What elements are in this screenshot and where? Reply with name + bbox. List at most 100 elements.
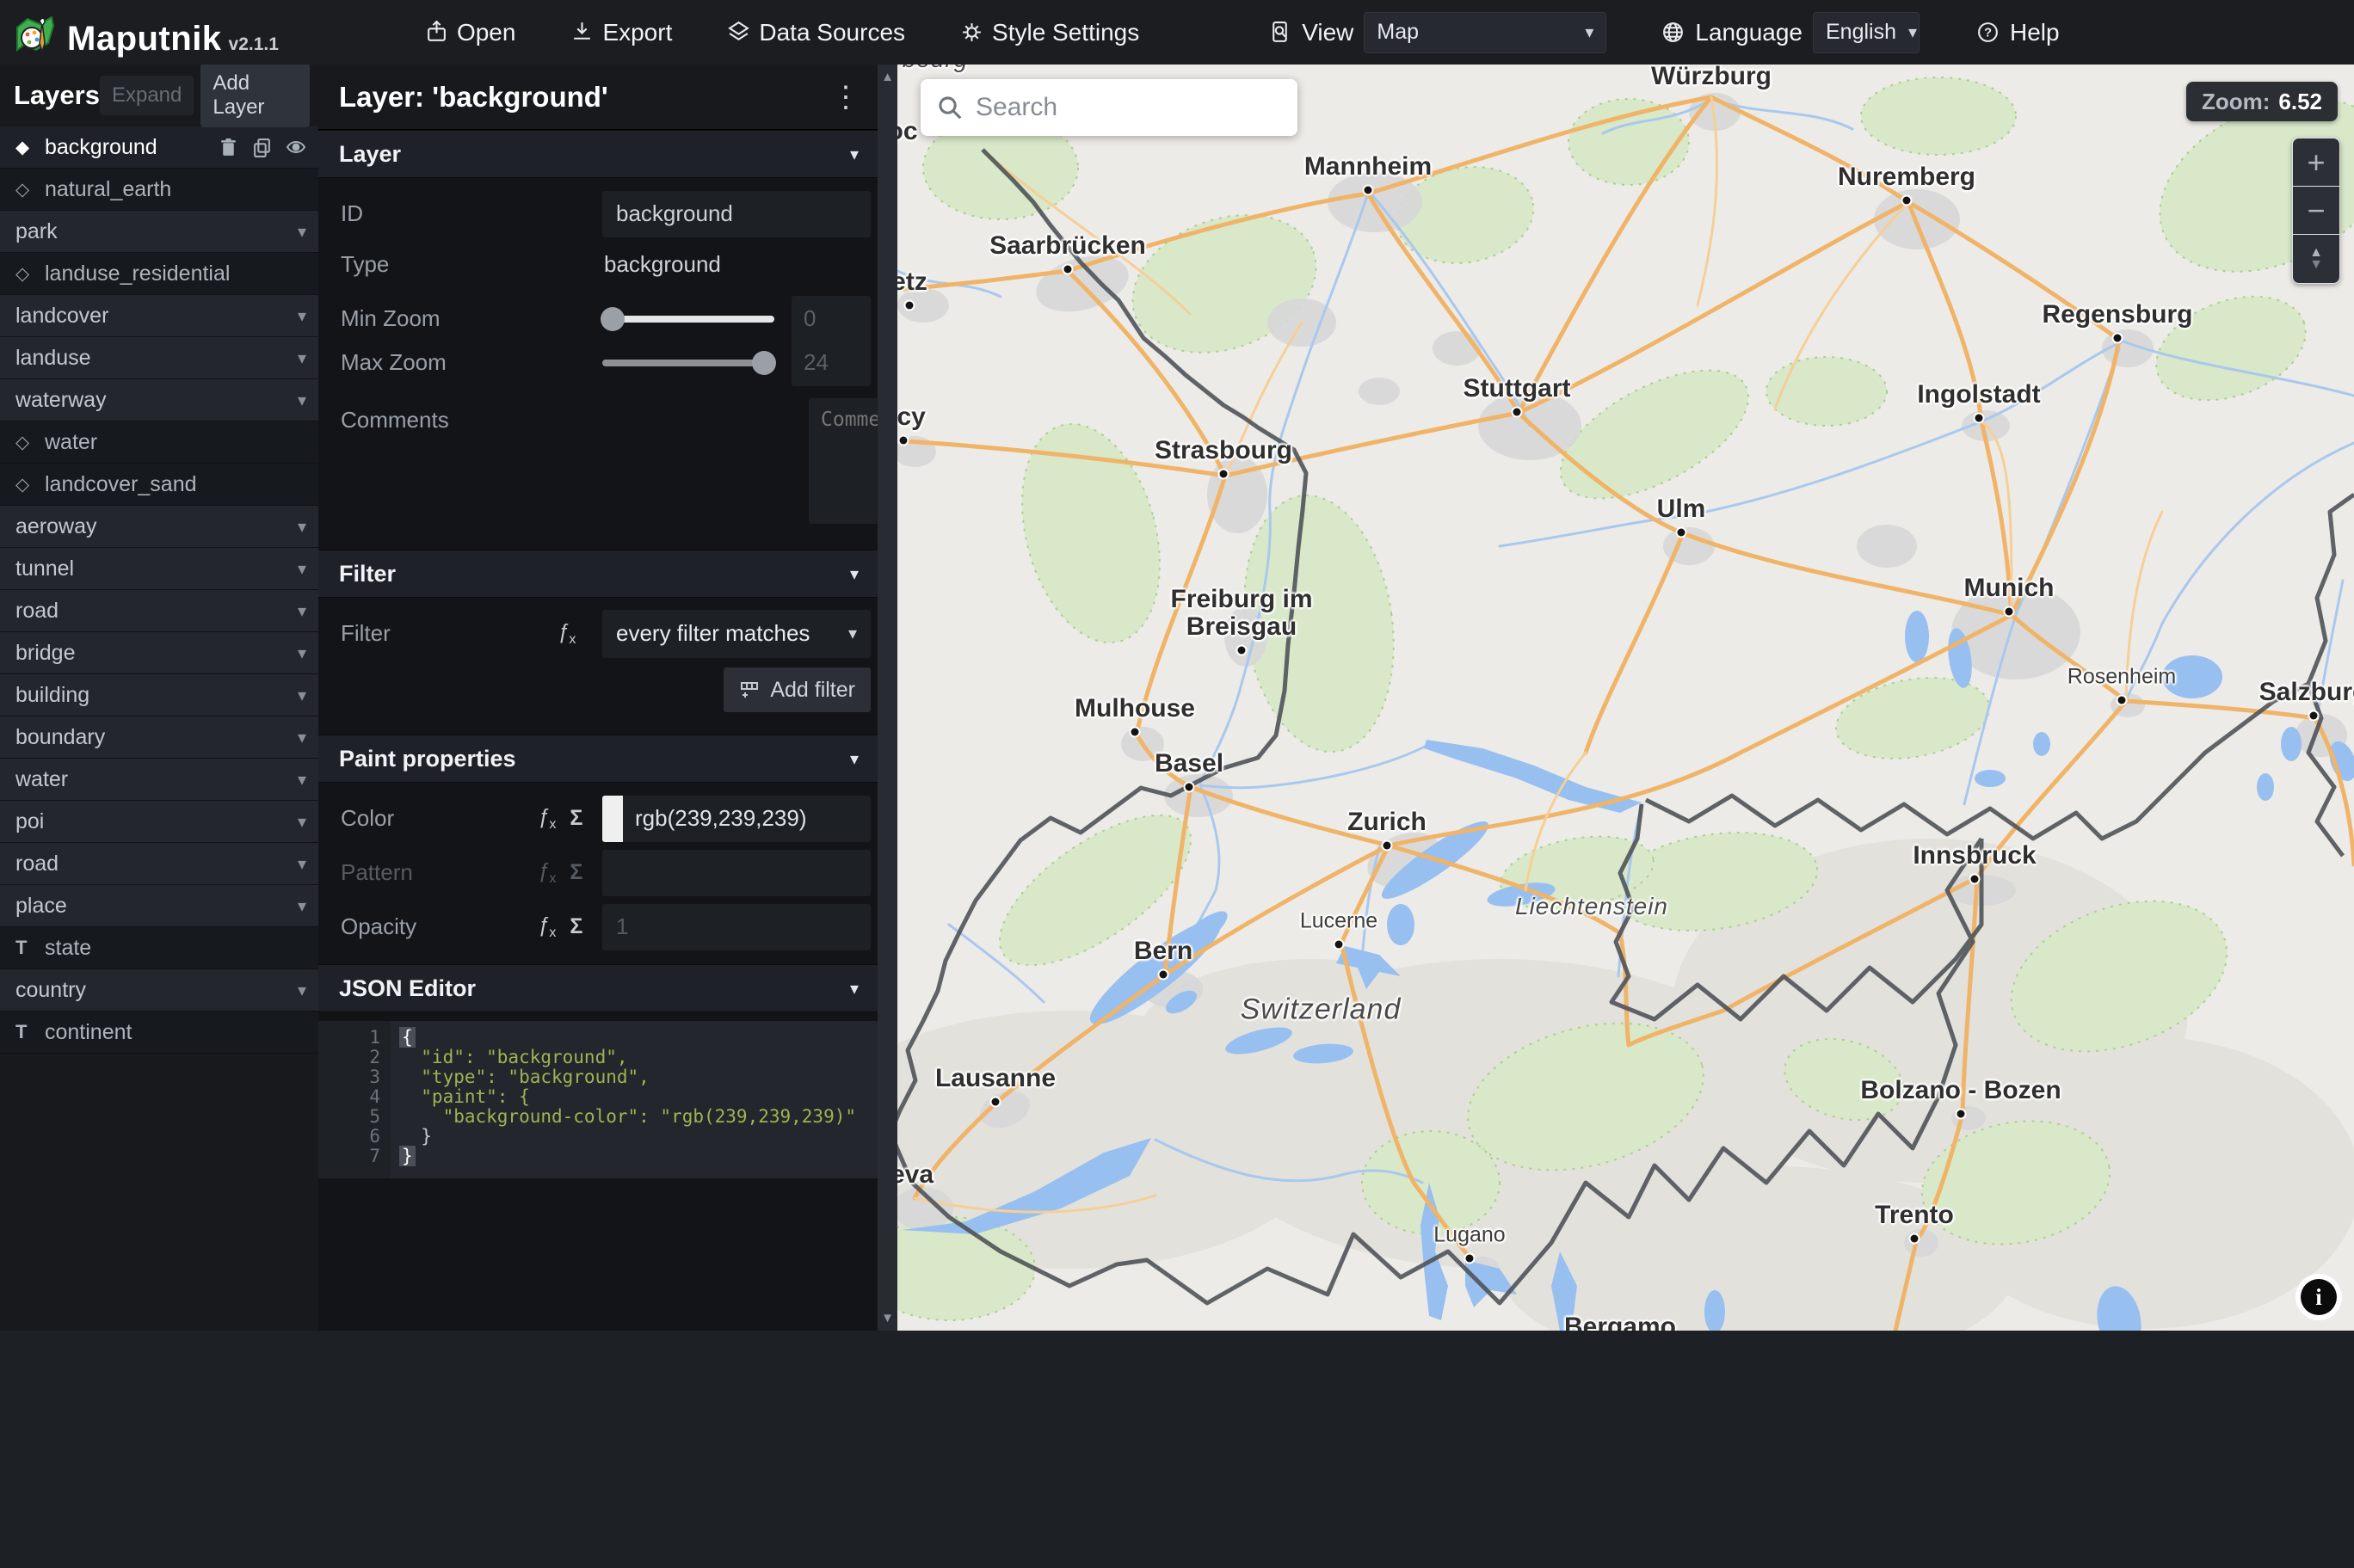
sigma-icon[interactable]: Σ xyxy=(570,806,582,831)
min-zoom-slider[interactable] xyxy=(601,296,774,342)
layer-row-landcover[interactable]: landcover ▾ xyxy=(0,295,318,337)
section-paint[interactable]: Paint properties ▾ xyxy=(318,735,878,783)
map-label-mulhouse: Mulhouse xyxy=(1075,694,1195,723)
map-label-stuttgart: Stuttgart xyxy=(1463,374,1571,403)
eye-icon[interactable] xyxy=(286,137,306,157)
opacity-input[interactable]: 1 xyxy=(602,903,871,950)
layer-row-waterway[interactable]: waterway ▾ xyxy=(0,379,318,421)
function-icon[interactable]: ƒx xyxy=(538,805,556,833)
menu-label: Data Sources xyxy=(759,18,906,46)
layer-row-water[interactable]: water ▾ xyxy=(0,759,318,801)
max-zoom-row: Max Zoom 24 xyxy=(318,339,878,386)
tilt-button[interactable]: ▲ ▼ xyxy=(2293,235,2339,283)
layer-row-road[interactable]: road ▾ xyxy=(0,590,318,632)
layer-row-landuse_residential[interactable]: ◇ landuse_residential xyxy=(0,253,318,295)
comments-textarea[interactable] xyxy=(809,398,878,524)
duplicate-icon[interactable] xyxy=(252,138,272,157)
json-editor[interactable]: 1234567 { "id": "background", "type": "b… xyxy=(318,1021,878,1178)
layer-row-state[interactable]: Tstate xyxy=(0,927,318,969)
layer-row-natural_earth[interactable]: ◇ natural_earth xyxy=(0,169,318,211)
comments-row: Comments xyxy=(318,384,878,532)
filter-combinator-select[interactable]: every filter matches ▾ xyxy=(602,609,871,658)
map-label-innsbruck: Innsbruck xyxy=(1913,841,2037,870)
city-dot xyxy=(1364,186,1372,194)
min-zoom-input[interactable]: 0 xyxy=(792,295,871,342)
color-label: Color xyxy=(341,805,395,831)
language-select[interactable]: English ▾ xyxy=(1812,11,1920,53)
map-label-bern: Bern xyxy=(1133,937,1193,965)
map-label-zurich: Zurich xyxy=(1347,808,1427,836)
max-zoom-input[interactable]: 24 xyxy=(792,339,871,386)
id-input[interactable]: background xyxy=(602,190,871,237)
scroll-up-icon[interactable]: ▲ xyxy=(878,70,897,84)
layer-row-building[interactable]: building ▾ xyxy=(0,674,318,716)
data-sources-button[interactable]: Data Sources xyxy=(727,19,905,46)
view-select[interactable]: Map ▾ xyxy=(1364,11,1607,53)
layer-row-bridge[interactable]: bridge ▾ xyxy=(0,632,318,674)
pattern-input[interactable] xyxy=(602,849,871,896)
layer-row-country[interactable]: country ▾ xyxy=(0,969,318,1012)
map-label-breisgau: Breisgau xyxy=(1186,612,1297,641)
brand[interactable]: Maputnik v2.1.1 xyxy=(14,7,279,58)
slider-thumb[interactable] xyxy=(752,350,776,375)
expand-button[interactable]: Expand xyxy=(99,76,194,115)
map-label-switzerland: Switzerland xyxy=(1240,993,1402,1026)
map-search[interactable] xyxy=(921,79,1297,136)
scroll-down-icon[interactable]: ▼ xyxy=(878,1311,897,1325)
map-label-ingolstadt: Ingolstadt xyxy=(1917,380,2041,409)
editor-scrollbar[interactable]: ▲ ▼ xyxy=(878,65,897,1331)
color-input[interactable]: rgb(239,239,239) xyxy=(623,795,871,842)
map-canvas[interactable]: bourg Würzburg Mannheim Nuremberg oc Saarbrüc… xyxy=(897,65,2354,1331)
layer-row-aeroway[interactable]: aeroway ▾ xyxy=(0,506,318,548)
open-button[interactable]: Open xyxy=(425,19,515,46)
color-swatch[interactable] xyxy=(602,795,623,842)
layer-label: road xyxy=(15,598,59,623)
city-dot xyxy=(1970,875,1979,883)
add-filter-button[interactable]: Add filter xyxy=(724,667,871,712)
zoom-out-button[interactable]: − xyxy=(2293,187,2339,235)
layer-row-poi[interactable]: poi ▾ xyxy=(0,801,318,843)
map-info-button[interactable]: i xyxy=(2295,1274,2342,1320)
style-settings-button[interactable]: Style Settings xyxy=(960,19,1139,46)
section-layer[interactable]: Layer ▾ xyxy=(318,130,878,178)
zoom-in-button[interactable]: + xyxy=(2293,138,2339,187)
map-label-eva: eva xyxy=(897,1160,934,1189)
layer-row-boundary[interactable]: boundary ▾ xyxy=(0,716,318,759)
min-zoom-label: Min Zoom xyxy=(341,305,441,331)
search-input[interactable] xyxy=(976,93,1268,122)
layer-row-continent[interactable]: Tcontinent xyxy=(0,1012,318,1054)
layer-label: water xyxy=(15,766,69,791)
kebab-menu-icon[interactable]: ⋮ xyxy=(831,83,860,112)
function-icon[interactable]: ƒx xyxy=(558,620,576,648)
layer-row-park[interactable]: park ▾ xyxy=(0,211,318,253)
function-icon[interactable]: ƒx xyxy=(538,913,556,941)
section-json[interactable]: JSON Editor ▾ xyxy=(318,964,878,1012)
export-button[interactable]: Export xyxy=(570,19,672,46)
layer-row-landcover_sand[interactable]: ◇ landcover_sand xyxy=(0,464,318,506)
layer-row-landuse[interactable]: landuse ▾ xyxy=(0,337,318,379)
sigma-icon[interactable]: Σ xyxy=(570,914,582,939)
help-group[interactable]: ? Help xyxy=(1976,19,2060,46)
city-dot xyxy=(1185,783,1193,791)
layer-row-place[interactable]: place ▾ xyxy=(0,885,318,927)
add-layer-button[interactable]: Add Layer xyxy=(200,64,310,127)
slider-thumb[interactable] xyxy=(601,306,625,331)
map-label-basel: Basel xyxy=(1154,749,1224,778)
layer-row-background[interactable]: ◆ background xyxy=(0,126,318,169)
layer-label: landcover xyxy=(15,303,109,328)
layer-actions xyxy=(219,137,306,157)
layer-label: road xyxy=(15,851,59,876)
layer-label: bridge xyxy=(15,640,76,665)
section-filter[interactable]: Filter ▾ xyxy=(318,550,878,598)
layer-row-tunnel[interactable]: tunnel ▾ xyxy=(0,548,318,590)
max-zoom-slider[interactable] xyxy=(602,340,776,386)
map-label-salzburg: Salzburg xyxy=(2258,678,2354,706)
open-icon xyxy=(428,21,446,41)
layer-row-road[interactable]: road ▾ xyxy=(0,843,318,885)
json-code[interactable]: { "id": "background", "type": "backgroun… xyxy=(391,1021,878,1178)
layers-panel: Layers Expand Add Layer ◆ background ◇ natu… xyxy=(0,64,318,1331)
chevron-down-icon: ▾ xyxy=(297,390,306,410)
layer-row-water[interactable]: ◇ water xyxy=(0,421,318,464)
color-row: Color ƒx Σ rgb(239,239,239) xyxy=(318,795,878,842)
trash-icon[interactable] xyxy=(219,138,238,157)
